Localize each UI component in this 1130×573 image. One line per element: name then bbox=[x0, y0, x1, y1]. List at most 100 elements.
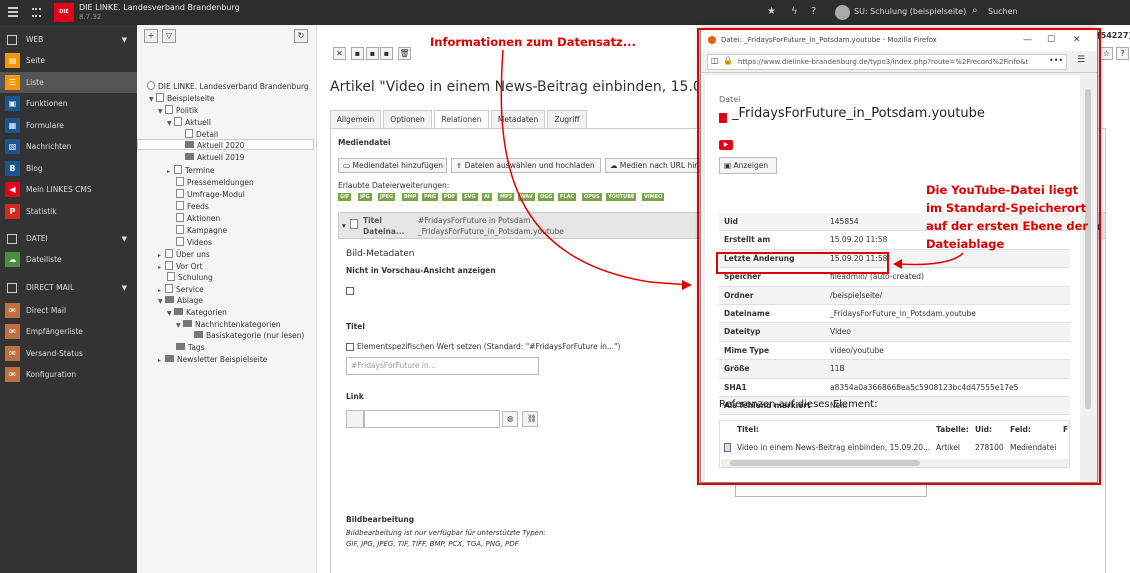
tree-node[interactable]: ▸ Service bbox=[158, 284, 204, 294]
module-dateiliste[interactable]: ☁ Dateiliste bbox=[0, 249, 137, 270]
module-group-web[interactable]: WEB ▼ bbox=[0, 30, 137, 50]
search-button[interactable]: Suchen bbox=[988, 7, 1018, 16]
collapse-icon[interactable]: ▼ bbox=[158, 108, 165, 115]
module-group-directmail[interactable]: DIRECT MAIL ▼ bbox=[0, 278, 137, 298]
no-preview-checkbox[interactable] bbox=[346, 287, 354, 295]
module-menu-toggle-icon[interactable] bbox=[8, 7, 18, 17]
tree-node[interactable]: Schulung bbox=[167, 272, 213, 282]
tab-allgemein[interactable]: Allgemein bbox=[330, 110, 381, 129]
extension-badge: PDF bbox=[442, 193, 458, 201]
tree-node[interactable]: Detail bbox=[185, 129, 218, 139]
link-input[interactable] bbox=[364, 410, 500, 428]
image-editing-types: GIF, JPG, JPEG, TIF, TIFF, BMP, PCX, TGA… bbox=[346, 540, 519, 548]
tree-node[interactable]: Tags bbox=[176, 343, 205, 352]
user-menu[interactable]: SU: Schulung (beispielseite) bbox=[854, 7, 966, 16]
page-icon bbox=[165, 249, 173, 258]
module-seite[interactable]: ▤ Seite bbox=[0, 50, 137, 71]
tree-node[interactable]: Feeds bbox=[176, 201, 209, 211]
help-icon[interactable]: ? bbox=[811, 6, 816, 17]
extension-badge: MP3 bbox=[498, 193, 515, 201]
upload-files-button[interactable]: ⇪ Dateien auswählen und hochladen bbox=[451, 158, 601, 173]
tree-node[interactable]: Aktuell 2020 bbox=[185, 141, 244, 150]
annotation-line-3: auf der ersten Ebene der bbox=[926, 219, 1089, 233]
tree-node[interactable]: Basiskategorie (nur lesen) bbox=[194, 331, 304, 340]
grid-icon[interactable] bbox=[32, 8, 41, 17]
save-close-icon[interactable]: ▪ bbox=[380, 47, 393, 60]
save-icon[interactable]: ▪ bbox=[351, 47, 364, 60]
extension-badge: BMP bbox=[402, 193, 419, 201]
tab-optionen[interactable]: Optionen bbox=[383, 110, 432, 129]
tree-node[interactable]: ▼ Politik bbox=[158, 105, 198, 115]
bookmark-icon[interactable]: ☆ bbox=[1100, 47, 1113, 60]
tree-node[interactable]: ▼ Kategorien bbox=[167, 308, 227, 317]
link-browser-icon[interactable]: ◍ bbox=[502, 411, 518, 427]
tree-node[interactable]: Pressemeldungen bbox=[176, 177, 254, 187]
page-icon bbox=[176, 213, 184, 222]
tree-node[interactable]: ▼ Aktuell bbox=[167, 117, 211, 127]
collapse-icon[interactable]: ▼ bbox=[167, 310, 174, 317]
tree-node[interactable]: Videos bbox=[176, 237, 212, 247]
page-icon bbox=[176, 225, 184, 234]
link-chain-icon[interactable]: ⛓ bbox=[522, 411, 538, 427]
add-media-by-url-button[interactable]: ☁ Medien nach URL hinzu bbox=[605, 158, 700, 173]
record-id: [54227] bbox=[1097, 31, 1130, 40]
module-empfaengerliste[interactable]: ✉ Empfängerliste bbox=[0, 321, 137, 342]
collapse-icon[interactable]: ▼ bbox=[158, 298, 165, 305]
tree-node[interactable]: ▸ Über uns bbox=[158, 249, 210, 259]
tree-node[interactable]: Kampagne bbox=[176, 225, 227, 235]
blog-icon: B bbox=[5, 161, 20, 176]
tab-relationen[interactable]: Relationen bbox=[434, 110, 489, 129]
delete-icon[interactable]: 🗑 bbox=[398, 47, 411, 60]
tree-root[interactable]: DIE LINKE. Landesverband Brandenburg bbox=[147, 81, 309, 91]
tree-node[interactable]: Umfrage-Modul bbox=[176, 189, 245, 199]
upload-icon: ⇪ bbox=[456, 161, 465, 170]
element-specific-checkbox[interactable] bbox=[346, 343, 354, 351]
tab-metadaten[interactable]: Metadaten bbox=[491, 110, 545, 129]
tree-node[interactable]: Aktuell 2019 bbox=[185, 153, 244, 162]
module-statistik[interactable]: P Statistik bbox=[0, 201, 137, 222]
save-view-icon[interactable]: ▪ bbox=[366, 47, 379, 60]
tree-node[interactable]: ▼ Ablage bbox=[158, 296, 203, 305]
module-funktionen[interactable]: ▣ Funktionen bbox=[0, 93, 137, 114]
tree-node[interactable]: ▸ Vor Ort bbox=[158, 261, 203, 271]
filter-icon[interactable]: ▽ bbox=[162, 29, 176, 43]
tree-node[interactable]: Aktionen bbox=[176, 213, 220, 223]
page-icon bbox=[165, 105, 173, 114]
module-formulare[interactable]: ▦ Formulare bbox=[0, 115, 137, 136]
module-liste[interactable]: ☰ Liste bbox=[0, 72, 137, 93]
search-icon[interactable]: ⌕ bbox=[972, 5, 978, 16]
module-mein-linkes-cms[interactable]: ◀ Mein LINKES CMS bbox=[0, 179, 137, 200]
expand-icon[interactable]: ▸ bbox=[158, 264, 165, 271]
help-icon[interactable]: ? bbox=[1116, 47, 1129, 60]
collapse-icon[interactable]: ▼ bbox=[176, 322, 183, 329]
close-icon[interactable]: ✕ bbox=[333, 47, 346, 60]
star-icon[interactable]: ★ bbox=[767, 6, 776, 17]
annotation-line-2: im Standard-Speicherort bbox=[926, 201, 1087, 215]
bolt-icon[interactable]: ϟ bbox=[791, 6, 798, 17]
module-nachrichten[interactable]: ▧ Nachrichten bbox=[0, 136, 137, 157]
module-direct-mail[interactable]: ✉ Direct Mail bbox=[0, 300, 137, 321]
titel-input[interactable]: #FridaysForFuture in... bbox=[346, 357, 539, 375]
tree-node[interactable]: ▸ Termine bbox=[167, 165, 215, 175]
tree-node[interactable]: ▸ Newsletter Beispielseite bbox=[158, 355, 267, 364]
expand-icon[interactable]: ▸ bbox=[158, 252, 165, 259]
collapse-icon[interactable]: ▼ bbox=[149, 96, 156, 103]
tab-zugriff[interactable]: Zugriff bbox=[547, 110, 587, 129]
user-avatar[interactable] bbox=[835, 5, 850, 20]
add-media-button[interactable]: ▭ Mediendatei hinzufügen bbox=[338, 158, 447, 173]
folder-icon bbox=[185, 141, 194, 148]
titel-label: Titel bbox=[346, 322, 365, 331]
collapse-icon[interactable]: ▼ bbox=[167, 120, 174, 127]
refresh-icon[interactable]: ↻ bbox=[294, 29, 308, 43]
module-group-datei[interactable]: DATEI ▼ bbox=[0, 229, 137, 249]
module-versand-status[interactable]: ✉ Versand-Status bbox=[0, 343, 137, 364]
tree-node[interactable]: ▼ Beispielseite bbox=[149, 93, 214, 103]
tree-node[interactable]: ▼ Nachrichtenkategorien bbox=[176, 320, 281, 329]
new-page-button[interactable]: + bbox=[144, 29, 158, 43]
module-konfiguration[interactable]: ✉ Konfiguration bbox=[0, 364, 137, 385]
module-blog[interactable]: B Blog bbox=[0, 158, 137, 179]
expand-icon[interactable]: ▸ bbox=[167, 168, 174, 175]
collapse-icon[interactable]: ▾ bbox=[342, 221, 346, 230]
expand-icon[interactable]: ▸ bbox=[158, 357, 165, 364]
expand-icon[interactable]: ▸ bbox=[158, 287, 165, 294]
